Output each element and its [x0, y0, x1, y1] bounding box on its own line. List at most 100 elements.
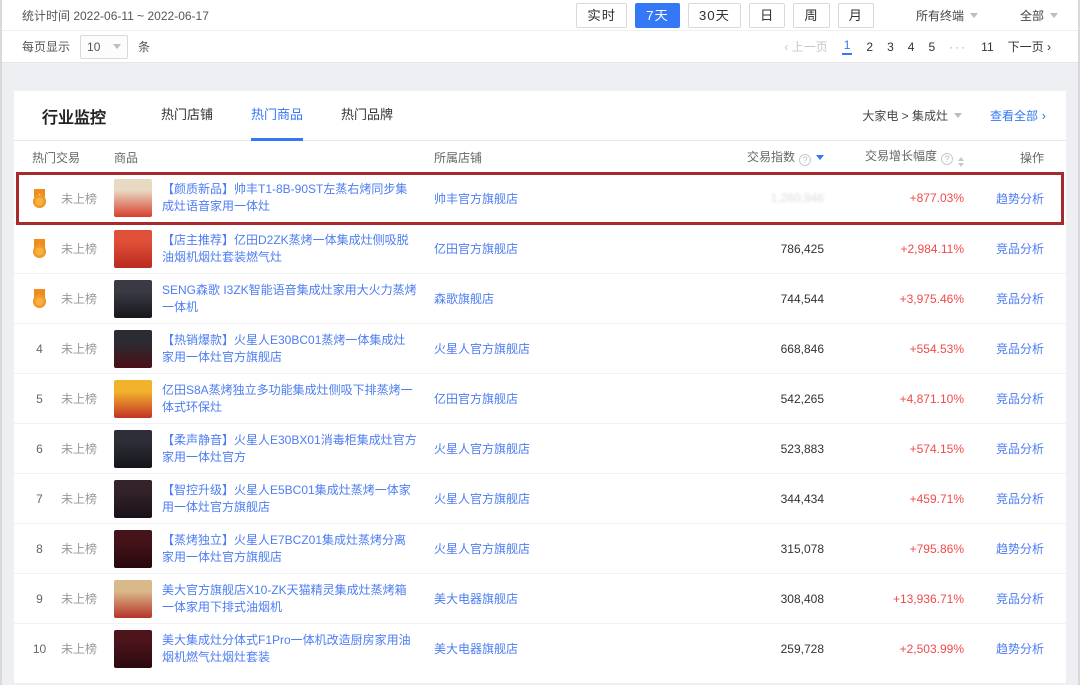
growth-cell: +877.03% [824, 191, 964, 205]
analysis-link[interactable]: 竞品分析 [996, 492, 1044, 506]
tab-hot-products[interactable]: 热门商品 [251, 91, 303, 141]
table-body: 未上榜 【颜质新品】帅丰T1-8B-90ST左蒸右烤同步集成灶语音家用一体灶 帅… [14, 173, 1066, 673]
time-button-realtime[interactable]: 实时 [576, 3, 627, 28]
page-ellipsis[interactable]: ··· [949, 40, 967, 54]
store-link[interactable]: 亿田官方旗舰店 [434, 242, 518, 256]
product-link[interactable]: 美大官方旗舰店X10-ZK天猫精灵集成灶蒸烤箱一体家用下排式油烟机 [162, 582, 417, 616]
store-link[interactable]: 亿田官方旗舰店 [434, 392, 518, 406]
trade-index-value: 744,544 [781, 292, 824, 306]
store-link[interactable]: 森歌旗舰店 [434, 292, 494, 306]
rank-status-label: 未上榜 [61, 490, 97, 507]
store-link[interactable]: 火星人官方旗舰店 [434, 542, 530, 556]
rank-cell: 10 未上榜 [14, 640, 114, 657]
product-thumbnail[interactable] [114, 630, 152, 668]
rank-status-label: 未上榜 [61, 340, 97, 357]
tab-hot-shops[interactable]: 热门店铺 [161, 91, 213, 141]
help-icon[interactable]: ? [799, 154, 811, 166]
header-growth[interactable]: 交易增长幅度? [824, 147, 964, 167]
product-thumbnail[interactable] [114, 580, 152, 618]
product-thumbnail[interactable] [114, 530, 152, 568]
time-button-7days[interactable]: 7天 [635, 3, 680, 28]
page-button-1[interactable]: 1 [842, 38, 853, 55]
growth-cell: +795.86% [824, 542, 964, 556]
product-link[interactable]: 【店主推荐】亿田D2ZK蒸烤一体集成灶侧吸脱油烟机烟灶套装燃气灶 [162, 232, 417, 266]
medal-icon [32, 189, 47, 208]
product-thumbnail[interactable] [114, 380, 152, 418]
growth-value: +13,936.71% [893, 592, 964, 606]
growth-value: +554.53% [910, 342, 964, 356]
rank-cell: 9 未上榜 [14, 590, 114, 607]
action-cell: 竞品分析 [964, 390, 1066, 407]
analysis-link[interactable]: 趋势分析 [996, 642, 1044, 656]
rank-number: 7 [32, 492, 47, 506]
analysis-link[interactable]: 趋势分析 [996, 192, 1044, 206]
growth-value: +2,984.11% [901, 242, 965, 256]
analysis-link[interactable]: 竞品分析 [996, 442, 1044, 456]
store-link[interactable]: 火星人官方旗舰店 [434, 342, 530, 356]
scope-dropdown[interactable]: 全部 [1020, 7, 1058, 24]
page-button-5[interactable]: 5 [928, 40, 935, 54]
next-page-button[interactable]: 下一页 [1008, 38, 1051, 55]
product-link[interactable]: 【热销爆款】火星人E30BC01蒸烤一体集成灶家用一体灶官方旗舰店 [162, 332, 417, 366]
product-link[interactable]: 美大集成灶分体式F1Pro一体机改造厨房家用油烟机燃气灶烟灶套装 [162, 632, 417, 666]
growth-cell: +2,503.99% [824, 642, 964, 656]
store-link[interactable]: 帅丰官方旗舰店 [434, 192, 518, 206]
index-cell: 308,408 [674, 592, 824, 606]
help-icon[interactable]: ? [941, 153, 953, 165]
growth-cell: +3,975.46% [824, 292, 964, 306]
store-cell: 火星人官方旗舰店 [434, 490, 674, 507]
page-button-2[interactable]: 2 [866, 40, 873, 54]
prev-page-button[interactable]: 上一页 [784, 38, 827, 55]
medal-icon [32, 289, 47, 308]
product-link[interactable]: 【颜质新品】帅丰T1-8B-90ST左蒸右烤同步集成灶语音家用一体灶 [162, 181, 417, 215]
store-link[interactable]: 火星人官方旗舰店 [434, 442, 530, 456]
product-thumbnail[interactable] [114, 230, 152, 268]
category-dropdown[interactable]: 大家电 > 集成灶 [862, 107, 962, 124]
product-link[interactable]: 【智控升级】火星人E5BC01集成灶蒸烤一体家用一体灶官方旗舰店 [162, 482, 417, 516]
store-link[interactable]: 火星人官方旗舰店 [434, 492, 530, 506]
store-link[interactable]: 美大电器旗舰店 [434, 642, 518, 656]
time-button-week[interactable]: 周 [793, 3, 829, 28]
view-all-link[interactable]: 查看全部 [990, 107, 1046, 124]
product-link[interactable]: SENG森歌 I3ZK智能语音集成灶家用大火力蒸烤一体机 [162, 282, 417, 316]
analysis-link[interactable]: 竞品分析 [996, 342, 1044, 356]
product-thumbnail[interactable] [114, 330, 152, 368]
index-cell: 786,425 [674, 242, 824, 256]
store-cell: 火星人官方旗舰店 [434, 540, 674, 557]
analysis-link[interactable]: 趋势分析 [996, 542, 1044, 556]
header-index[interactable]: 交易指数? [674, 148, 824, 166]
page-button-11[interactable]: 11 [981, 40, 993, 54]
panel-header-right: 大家电 > 集成灶 查看全部 [862, 107, 1046, 124]
analysis-link[interactable]: 竞品分析 [996, 242, 1044, 256]
trade-index-value: 308,408 [781, 592, 824, 606]
product-link[interactable]: 亿田S8A蒸烤独立多功能集成灶侧吸下排蒸烤一体式环保灶 [162, 382, 417, 416]
product-link[interactable]: 【蒸烤独立】火星人E7BCZ01集成灶蒸烤分离家用一体灶官方旗舰店 [162, 532, 417, 566]
time-button-day[interactable]: 日 [749, 3, 785, 28]
analysis-link[interactable]: 竞品分析 [996, 392, 1044, 406]
page-button-4[interactable]: 4 [908, 40, 915, 54]
terminal-dropdown[interactable]: 所有终端 [916, 7, 978, 24]
product-thumbnail[interactable] [114, 430, 152, 468]
analysis-link[interactable]: 竞品分析 [996, 592, 1044, 606]
product-link[interactable]: 【柔声静音】火星人E30BX01消毒柜集成灶官方家用一体灶官方 [162, 432, 417, 466]
store-link[interactable]: 美大电器旗舰店 [434, 592, 518, 606]
time-button-30days[interactable]: 30天 [688, 3, 741, 28]
table-row: 9 未上榜 美大官方旗舰店X10-ZK天猫精灵集成灶蒸烤箱一体家用下排式油烟机 … [14, 573, 1066, 623]
tab-hot-brands[interactable]: 热门品牌 [341, 91, 393, 141]
rank-cell: 未上榜 [14, 189, 114, 208]
index-cell: 668,846 [674, 342, 824, 356]
page-button-3[interactable]: 3 [887, 40, 894, 54]
product-thumbnail[interactable] [114, 179, 152, 217]
pagination: 上一页 1 2 3 4 5 ··· 11 下一页 [777, 38, 1058, 55]
product-thumbnail[interactable] [114, 480, 152, 518]
per-page-unit-label: 条 [138, 38, 150, 55]
per-page-select[interactable]: 10 [80, 35, 128, 59]
background-gap [2, 63, 1078, 91]
rank-status-label: 未上榜 [61, 290, 97, 307]
sort-desc-icon[interactable] [816, 155, 824, 160]
analysis-link[interactable]: 竞品分析 [996, 292, 1044, 306]
product-cell: 【颜质新品】帅丰T1-8B-90ST左蒸右烤同步集成灶语音家用一体灶 [114, 179, 434, 217]
growth-value: +3,975.46% [900, 292, 964, 306]
time-button-month[interactable]: 月 [838, 3, 874, 28]
product-thumbnail[interactable] [114, 280, 152, 318]
